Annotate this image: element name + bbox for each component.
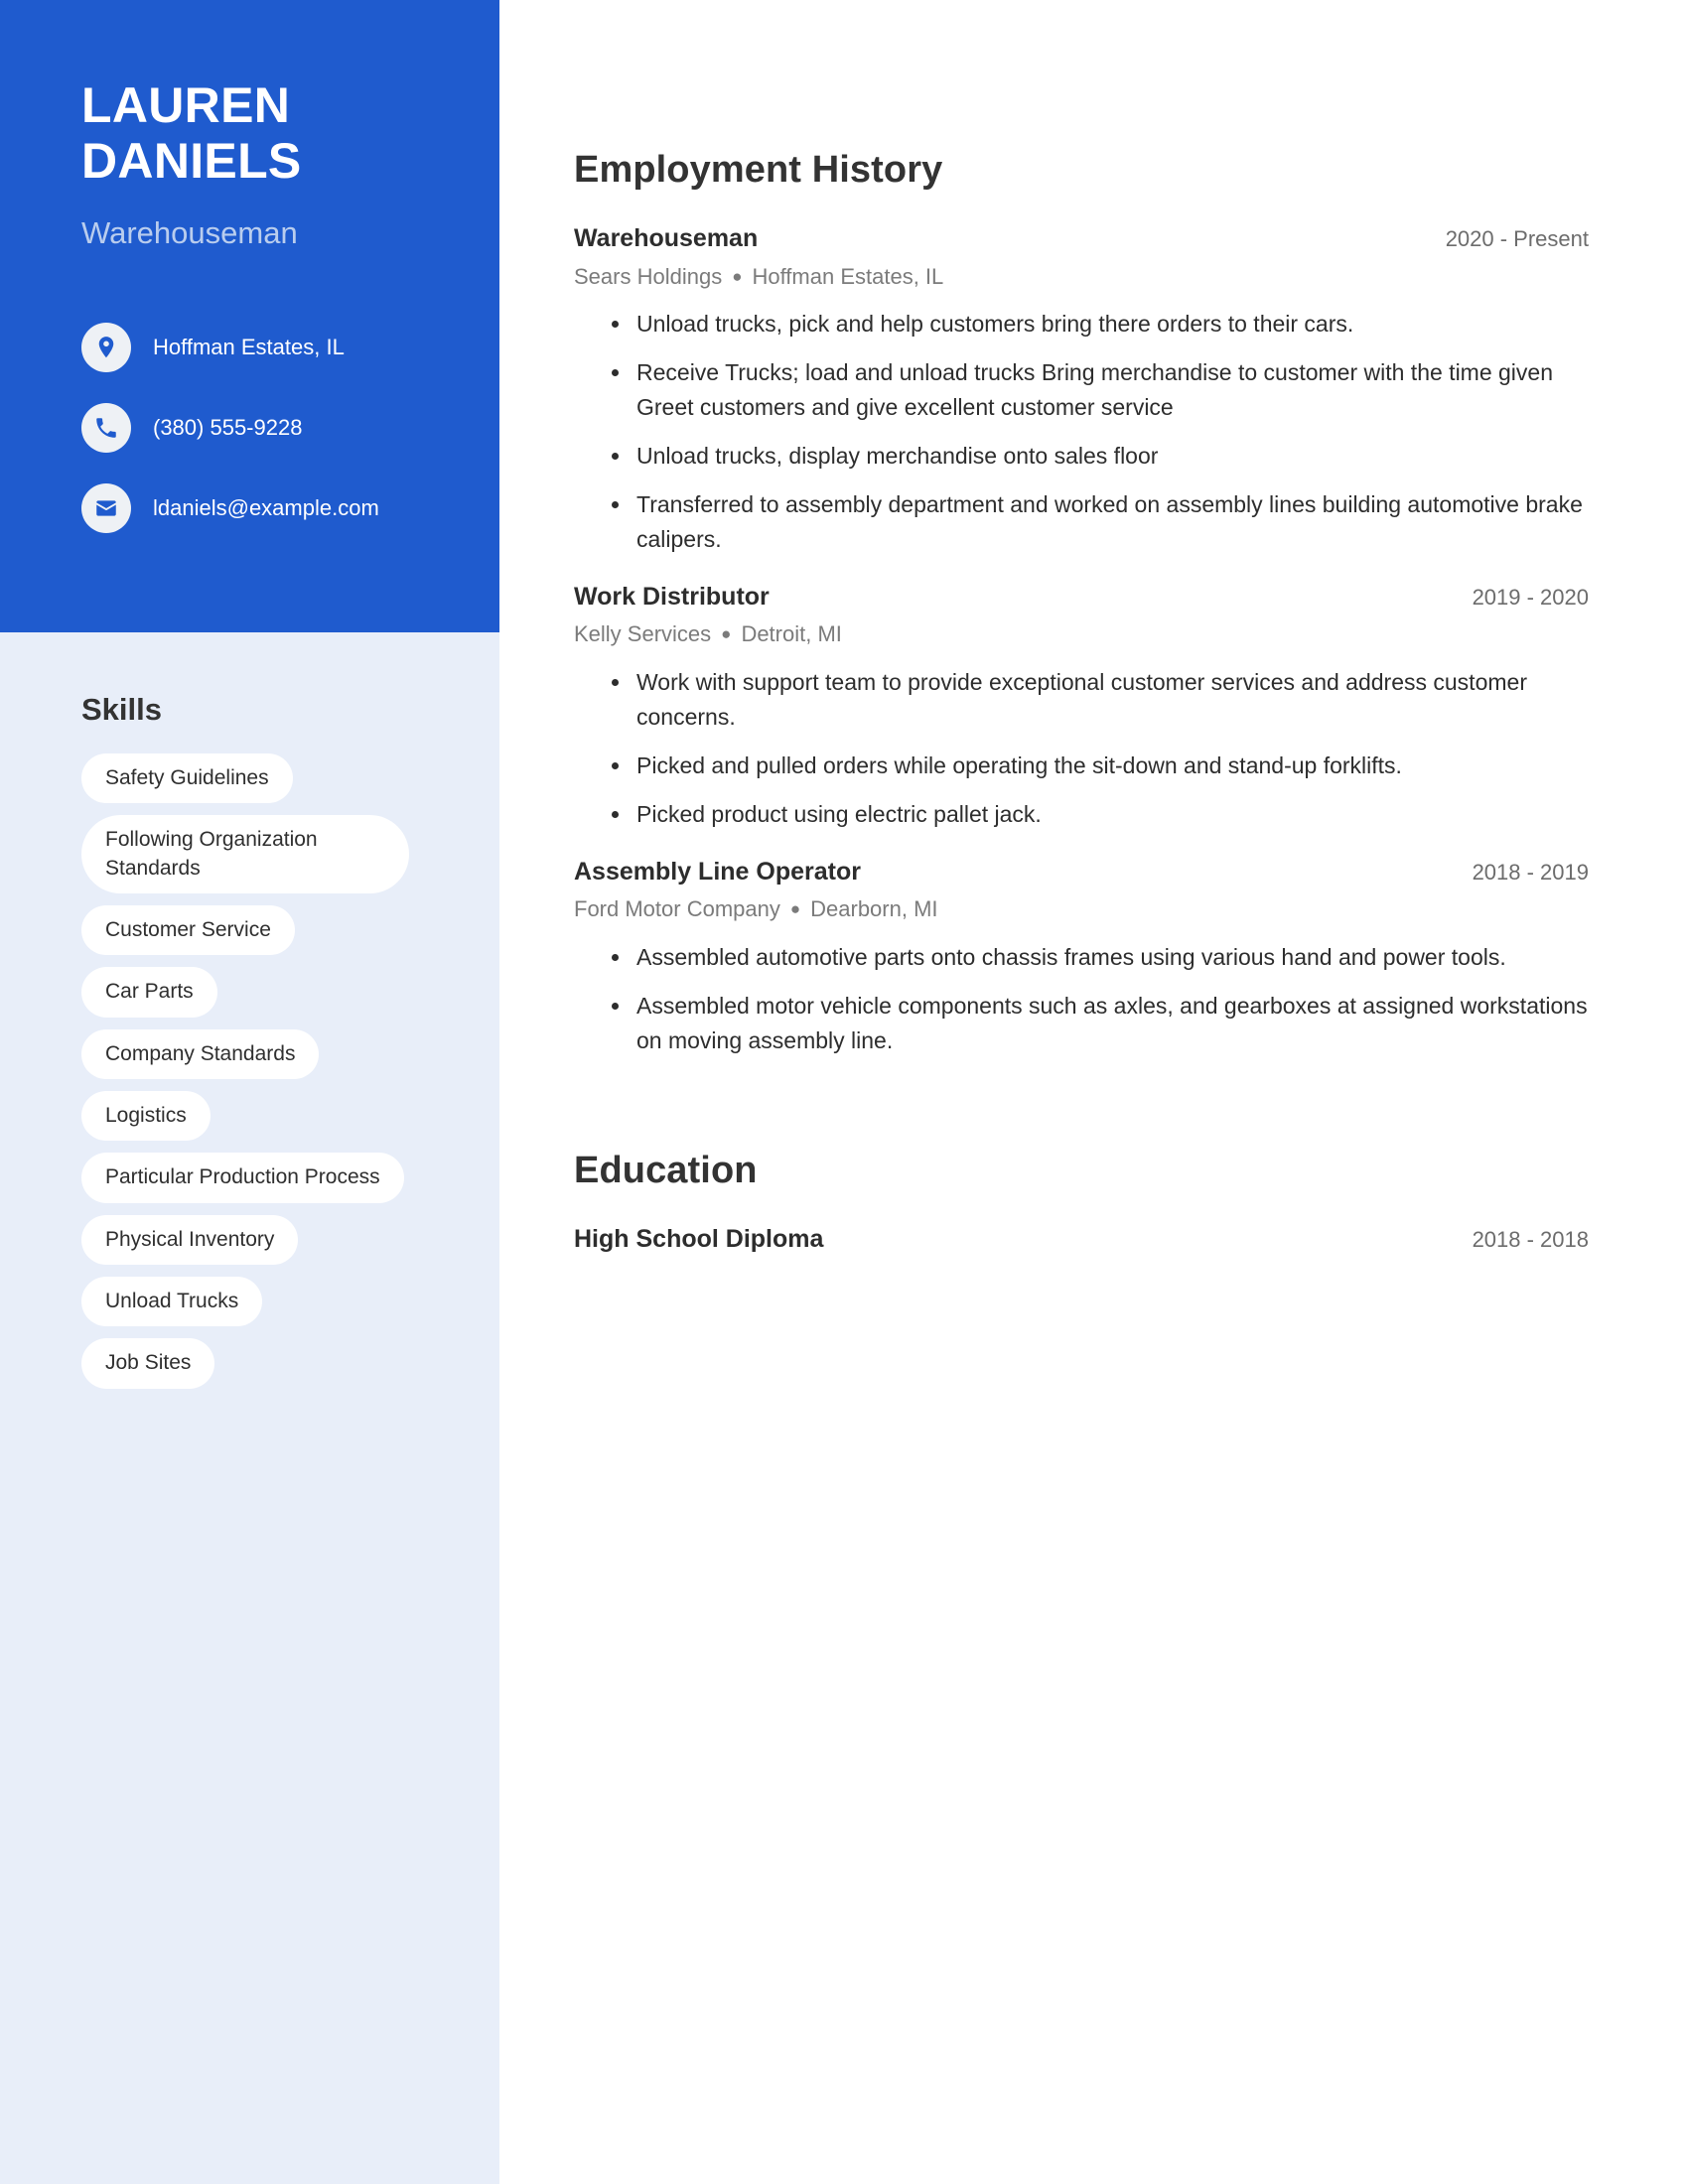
skill-pill: Company Standards xyxy=(81,1028,320,1080)
employment-entry-header: Warehouseman 2020 - Present xyxy=(574,222,1589,255)
employment-entry-header: Work Distributor 2019 - 2020 xyxy=(574,581,1589,614)
education-heading: Education xyxy=(574,1149,758,1191)
contact-item-email: ldaniels@example.com xyxy=(81,483,499,534)
education-entry: High School Diploma 2018 - 2018 xyxy=(574,1223,1589,1256)
employment-meta: Sears Holdings ● Hoffman Estates, IL xyxy=(574,262,1589,292)
employment-bullet: Assembled motor vehicle components such … xyxy=(612,989,1589,1058)
education-entry-header: High School Diploma 2018 - 2018 xyxy=(574,1223,1589,1256)
skills-list: Safety Guidelines Following Organization… xyxy=(81,753,499,1401)
meta-separator-dot: ● xyxy=(732,266,743,286)
main-content: Employment History Warehouseman 2020 - P… xyxy=(574,0,1589,1279)
skill-pill: Customer Service xyxy=(81,905,295,956)
employment-bullet: Assembled automotive parts onto chassis … xyxy=(612,940,1589,975)
sidebar: LAUREN DANIELS Warehouseman Hoffman Esta… xyxy=(0,0,499,2184)
sidebar-header: LAUREN DANIELS Warehouseman Hoffman Esta… xyxy=(0,0,499,632)
employment-bullet: Receive Trucks; load and unload trucks B… xyxy=(612,355,1589,425)
contact-item-location: Hoffman Estates, IL xyxy=(81,323,499,373)
employment-location: Detroit, MI xyxy=(741,621,842,647)
contact-phone-text: (380) 555-9228 xyxy=(153,415,303,441)
employment-meta: Ford Motor Company ● Dearborn, MI xyxy=(574,894,1589,924)
envelope-icon xyxy=(81,483,131,534)
skill-pill: Job Sites xyxy=(81,1338,215,1389)
education-date: 2018 - 2018 xyxy=(1472,1226,1589,1252)
employment-role: Work Distributor xyxy=(574,582,770,611)
employment-bullets: Unload trucks, pick and help customers b… xyxy=(574,307,1589,557)
employment-bullets: Work with support team to provide except… xyxy=(574,665,1589,832)
employment-role: Assembly Line Operator xyxy=(574,857,861,886)
skills-section: Skills Safety Guidelines Following Organ… xyxy=(0,632,499,1401)
resume-document: LAUREN DANIELS Warehouseman Hoffman Esta… xyxy=(0,0,1688,2184)
employment-date: 2018 - 2019 xyxy=(1472,859,1589,885)
candidate-last-name: DANIELS xyxy=(81,133,302,189)
employment-entry: Warehouseman 2020 - Present Sears Holdin… xyxy=(574,222,1589,557)
employment-bullet: Unload trucks, pick and help customers b… xyxy=(612,307,1589,341)
location-pin-icon xyxy=(81,323,131,373)
candidate-first-name: LAUREN xyxy=(81,77,291,133)
employment-location: Dearborn, MI xyxy=(810,896,938,922)
employment-date: 2020 - Present xyxy=(1445,226,1589,251)
employment-company: Ford Motor Company xyxy=(574,896,780,922)
employment-bullet: Picked and pulled orders while operating… xyxy=(612,749,1589,783)
employment-entry: Assembly Line Operator 2018 - 2019 Ford … xyxy=(574,856,1589,1058)
skill-pill: Particular Production Process xyxy=(81,1153,404,1203)
skill-pill: Logistics xyxy=(81,1091,211,1142)
employment-entry: Work Distributor 2019 - 2020 Kelly Servi… xyxy=(574,581,1589,832)
employment-history-section: Employment History Warehouseman 2020 - P… xyxy=(574,149,1589,1058)
employment-bullet: Unload trucks, display merchandise onto … xyxy=(612,439,1589,474)
skill-pill: Following Organization Standards xyxy=(81,815,409,894)
skill-pill: Physical Inventory xyxy=(81,1214,299,1266)
employment-date: 2019 - 2020 xyxy=(1472,584,1589,610)
meta-separator-dot: ● xyxy=(789,899,801,919)
education-degree: High School Diploma xyxy=(574,1224,824,1253)
employment-bullet: Work with support team to provide except… xyxy=(612,665,1589,735)
employment-company: Kelly Services xyxy=(574,621,712,647)
contact-item-phone: (380) 555-9228 xyxy=(81,403,499,454)
employment-history-heading: Employment History xyxy=(574,149,943,191)
skill-pill: Safety Guidelines xyxy=(81,753,293,804)
employment-entry-header: Assembly Line Operator 2018 - 2019 xyxy=(574,856,1589,888)
skill-pill: Car Parts xyxy=(81,967,217,1018)
contact-list: Hoffman Estates, IL (380) 555-9228 ldani… xyxy=(81,323,499,534)
phone-icon xyxy=(81,403,131,454)
education-section: Education High School Diploma 2018 - 201… xyxy=(574,1150,1589,1256)
employment-bullets: Assembled automotive parts onto chassis … xyxy=(574,940,1589,1058)
meta-separator-dot: ● xyxy=(721,624,732,644)
employment-company: Sears Holdings xyxy=(574,263,723,289)
candidate-job-title: Warehouseman xyxy=(81,215,298,250)
employment-bullet: Transferred to assembly department and w… xyxy=(612,487,1589,557)
skills-heading: Skills xyxy=(81,692,162,727)
employment-role: Warehouseman xyxy=(574,224,759,252)
employment-meta: Kelly Services ● Detroit, MI xyxy=(574,619,1589,649)
skill-pill: Unload Trucks xyxy=(81,1277,263,1327)
employment-location: Hoffman Estates, IL xyxy=(752,263,944,289)
employment-bullet: Picked product using electric pallet jac… xyxy=(612,797,1589,832)
contact-location-text: Hoffman Estates, IL xyxy=(153,335,345,360)
candidate-name: LAUREN DANIELS xyxy=(81,77,419,189)
contact-email-text: ldaniels@example.com xyxy=(153,495,379,521)
